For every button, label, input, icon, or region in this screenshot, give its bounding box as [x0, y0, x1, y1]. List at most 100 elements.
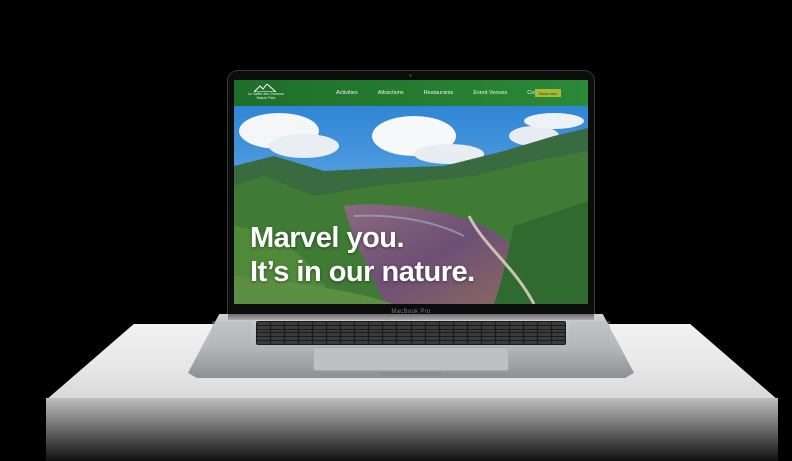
keyboard-key [495, 341, 509, 344]
keyboard-key [369, 337, 383, 341]
keyboard-key [341, 333, 355, 337]
keyboard-key [523, 329, 537, 333]
keyboard-key [495, 325, 509, 329]
book-now-button[interactable]: Book now [535, 89, 561, 97]
hero-image: Marvel you. It’s in our nature. [234, 106, 588, 304]
keyboard-key [383, 337, 397, 341]
keyboard-key [341, 341, 355, 344]
site-logo[interactable]: Le Vallée des Couleurs Nature Park [248, 84, 284, 102]
nav-item-activities[interactable]: Activities [336, 90, 358, 96]
keyboard-key [355, 337, 369, 341]
keyboard-key [369, 329, 383, 333]
keyboard-key [551, 322, 565, 325]
keyboard-key [341, 329, 355, 333]
keyboard-key [425, 329, 439, 333]
keyboard-key [425, 337, 439, 341]
keyboard-key [369, 322, 383, 325]
keyboard-key [327, 333, 341, 337]
keyboard-key [257, 337, 271, 341]
keyboard-key [411, 333, 425, 337]
laptop-lid: Marvel you. It’s in our nature. Le Vallé… [228, 71, 594, 316]
keyboard-key [439, 329, 453, 333]
keyboard-key [509, 322, 523, 325]
keyboard-key [523, 337, 537, 341]
keyboard-key [453, 337, 467, 341]
keyboard-key [467, 322, 481, 325]
keyboard-key [425, 341, 439, 344]
keyboard-key [481, 333, 495, 337]
keyboard-key [537, 333, 551, 337]
keyboard-key [453, 333, 467, 337]
keyboard-key [383, 329, 397, 333]
keyboard-key [537, 322, 551, 325]
keyboard-key [299, 333, 313, 337]
pedestal-front [46, 398, 778, 461]
laptop-hinge [228, 314, 594, 320]
keyboard-key [285, 341, 299, 344]
keyboard-key [537, 337, 551, 341]
keyboard-key [285, 333, 299, 337]
keyboard-key [383, 333, 397, 337]
keyboard-key [299, 341, 313, 344]
keyboard-key [355, 325, 369, 329]
keyboard-key [327, 337, 341, 341]
keyboard-key [467, 333, 481, 337]
front-notch [380, 372, 442, 376]
keyboard-key [397, 337, 411, 341]
keyboard-key [551, 329, 565, 333]
keyboard-key [467, 329, 481, 333]
nav-links: Activities Attractions Restaurants Event… [336, 80, 566, 106]
keyboard-key [537, 325, 551, 329]
keyboard-key [313, 337, 327, 341]
keyboard-key [523, 325, 537, 329]
hero-heading-line2: It’s in our nature. [250, 256, 475, 288]
keyboard-key [537, 329, 551, 333]
keyboard-key [509, 341, 523, 344]
keyboard-key [355, 333, 369, 337]
keyboard-key [257, 322, 271, 325]
keyboard-key [411, 337, 425, 341]
keyboard-key [453, 322, 467, 325]
keyboard-key [313, 325, 327, 329]
keyboard-key [537, 341, 551, 344]
logo-text-line2: Nature Park [256, 96, 276, 100]
keyboard-key [327, 341, 341, 344]
keyboard-key [411, 322, 425, 325]
keyboard-key [481, 337, 495, 341]
keyboard-key [257, 329, 271, 333]
keyboard-key [271, 341, 285, 344]
keyboard-key [257, 341, 271, 344]
keyboard-key [481, 325, 495, 329]
keyboard-key [271, 329, 285, 333]
keyboard-key [523, 333, 537, 337]
keyboard-key [313, 322, 327, 325]
trackpad [313, 347, 509, 371]
keyboard-key [271, 337, 285, 341]
keyboard-key [453, 341, 467, 344]
keyboard-key [425, 322, 439, 325]
keyboard-key [327, 322, 341, 325]
keyboard-key [551, 341, 565, 344]
keyboard-key [523, 341, 537, 344]
keyboard-key [551, 333, 565, 337]
laptop-screen: Marvel you. It’s in our nature. Le Vallé… [234, 80, 588, 304]
keyboard-key [495, 329, 509, 333]
keyboard-key [425, 333, 439, 337]
keyboard-key [411, 341, 425, 344]
keyboard-key [397, 333, 411, 337]
speaker-grille-left [212, 321, 252, 345]
keyboard-key [355, 329, 369, 333]
keyboard-key [383, 322, 397, 325]
nav-item-attractions[interactable]: Attractions [378, 90, 404, 96]
keyboard-key [341, 322, 355, 325]
keyboard-key [495, 337, 509, 341]
camera-icon [409, 74, 412, 77]
nav-item-event-venues[interactable]: Event Venues [473, 90, 507, 96]
keyboard-key [299, 337, 313, 341]
keyboard-key [439, 341, 453, 344]
keyboard-key [509, 325, 523, 329]
keyboard-key [439, 325, 453, 329]
mountain-logo-icon [254, 84, 276, 92]
keyboard-key [327, 329, 341, 333]
nav-item-restaurants[interactable]: Restaurants [424, 90, 454, 96]
